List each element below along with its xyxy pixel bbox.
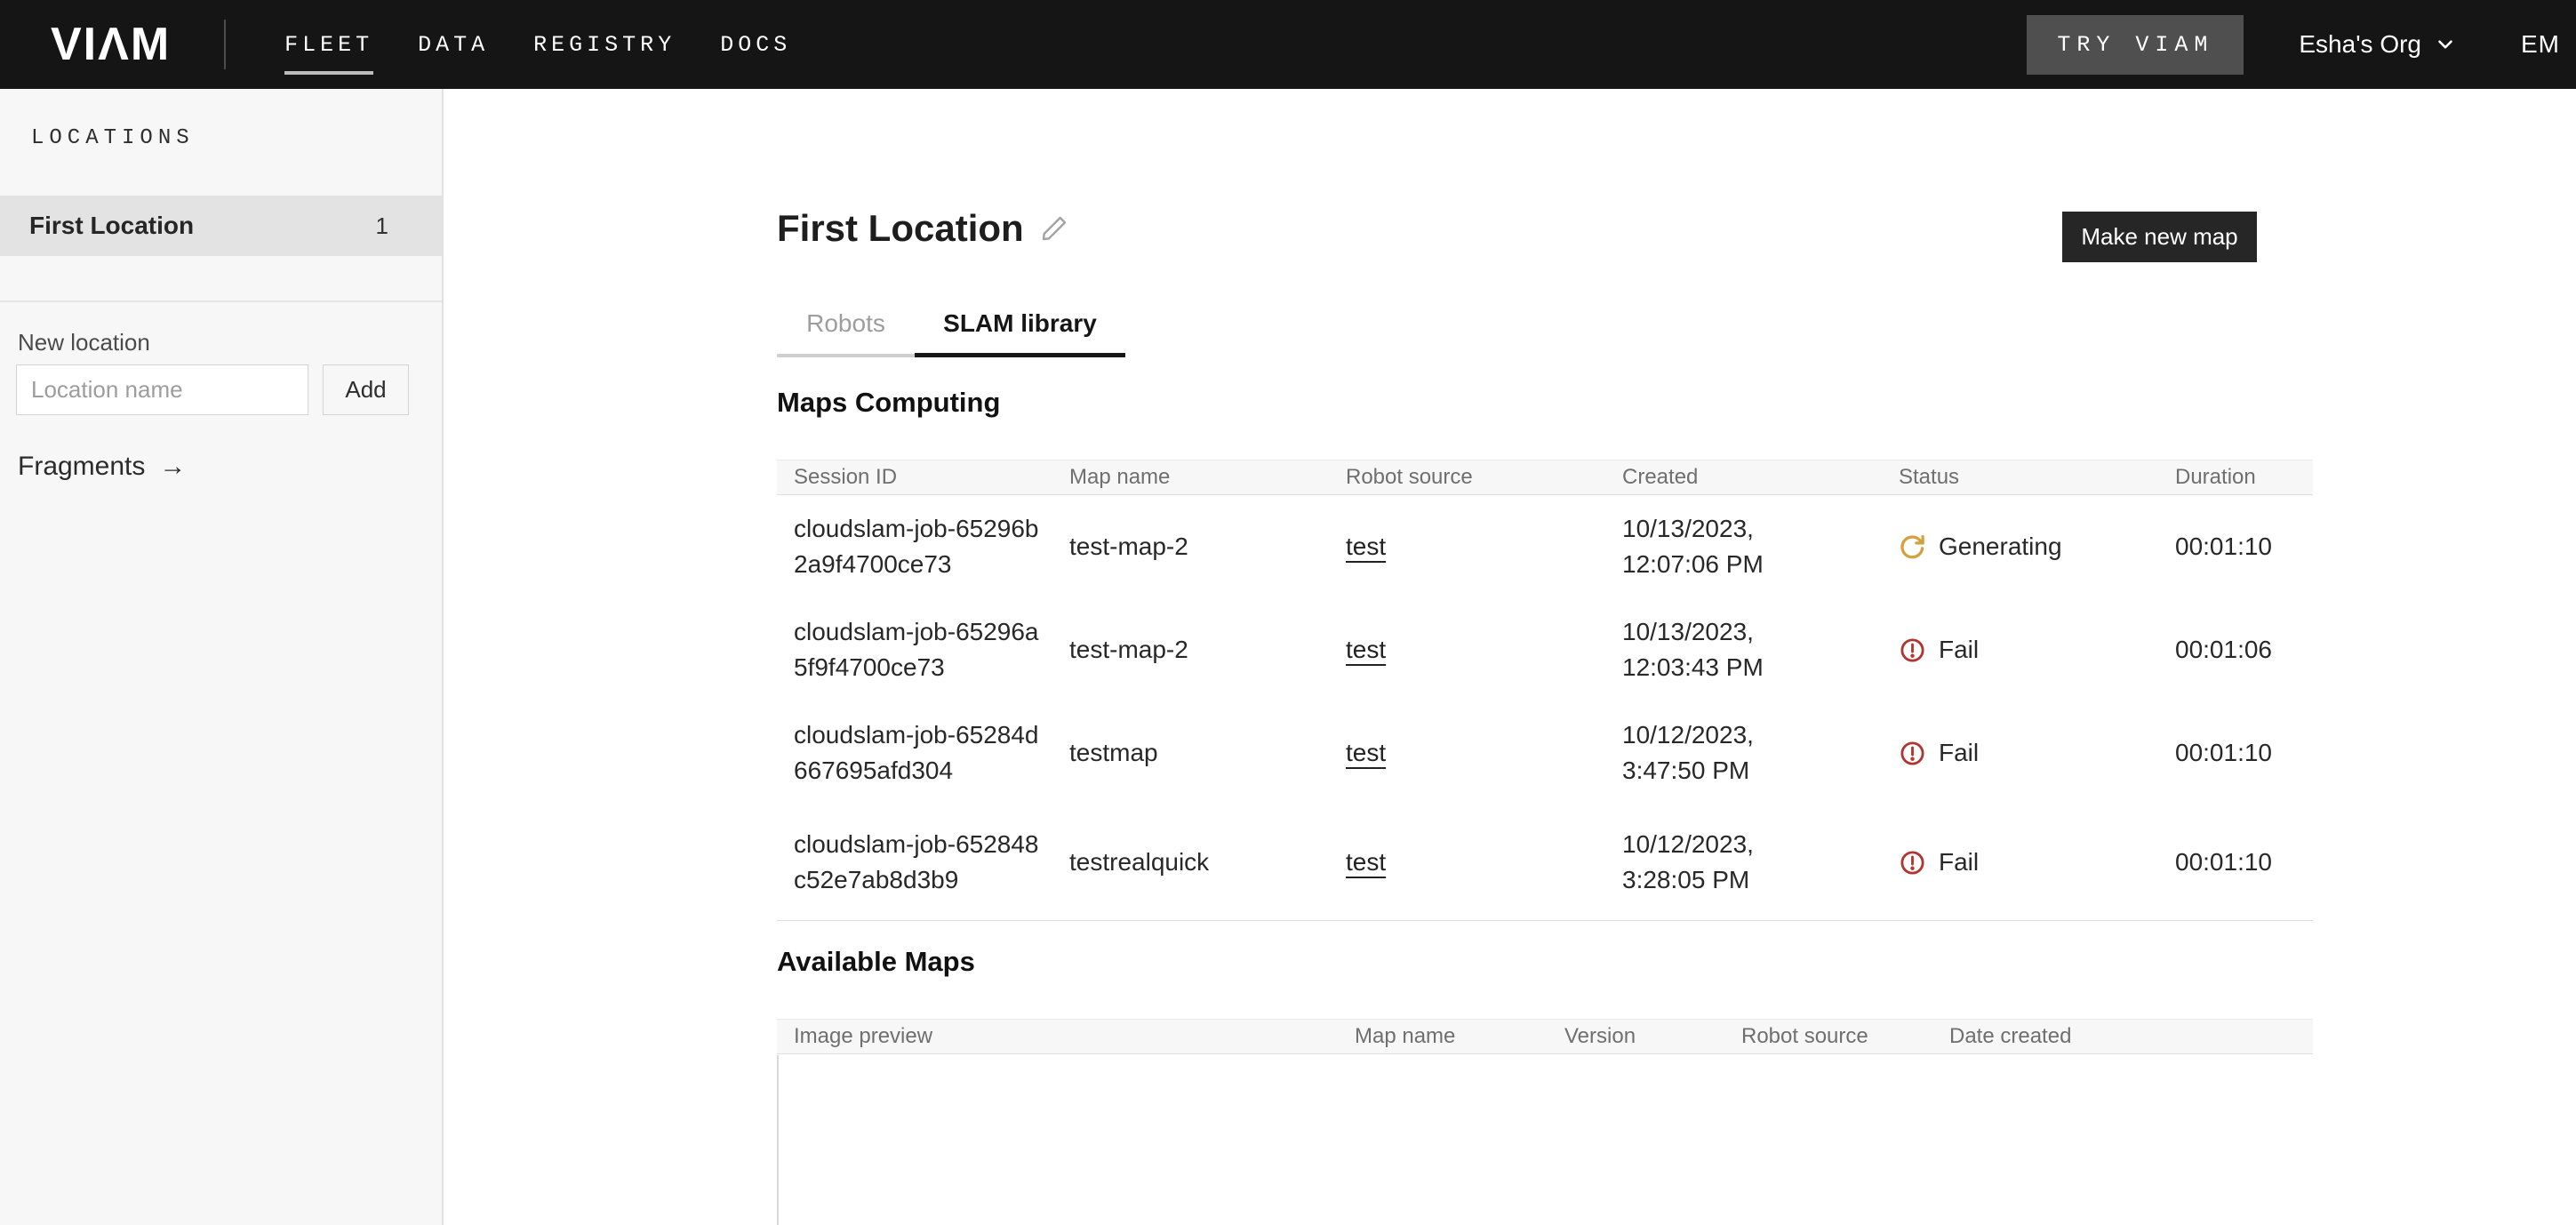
session-id: cloudslam-job-652848c52e7ab8d3b9 — [777, 827, 1052, 898]
table-row: cloudslam-job-65296b2a9f4700ce73 test-ma… — [777, 495, 2313, 598]
locations-sidebar: LOCATIONS First Location 1 New location … — [0, 89, 444, 1225]
maps-computing-heading: Maps Computing — [777, 387, 1000, 419]
page-title: First Location — [777, 207, 1024, 250]
viam-logo[interactable]: VIΛM — [51, 18, 171, 71]
col-map-name: Map name — [1052, 460, 1329, 494]
location-robot-count: 1 — [376, 212, 388, 240]
fail-alert-icon — [1899, 849, 1926, 877]
sidebar-item-first-location[interactable]: First Location 1 — [0, 196, 442, 256]
created-timestamp: 10/13/2023, 12:07:06 PM — [1605, 495, 1882, 598]
duration: 00:01:10 — [2158, 805, 2313, 920]
new-location-label: New location — [18, 329, 150, 356]
chevron-down-icon — [2434, 33, 2457, 56]
map-name: test-map-2 — [1052, 495, 1329, 598]
table-row: cloudslam-job-65284d667695afd304 testmap… — [777, 701, 2313, 805]
edit-pencil-icon[interactable] — [1040, 214, 1068, 247]
session-id: cloudslam-job-65296b2a9f4700ce73 — [777, 511, 1052, 582]
status-cell: Fail — [1882, 805, 2158, 920]
generating-spinner-icon — [1899, 533, 1926, 561]
status-label: Fail — [1939, 632, 1979, 668]
col-date-created: Date created — [1932, 1020, 2313, 1053]
app-root: VIΛM FLEET DATA REGISTRY DOCS TRY VIAM E… — [0, 0, 2576, 1225]
col-image-preview: Image preview — [777, 1020, 1338, 1053]
nav-right: TRY VIAM Esha's Org EM — [2027, 15, 2560, 75]
col-session-id: Session ID — [777, 460, 1052, 494]
org-name: Esha's Org — [2299, 30, 2421, 59]
duration: 00:01:10 — [2158, 701, 2313, 805]
arrow-right-icon: → — [159, 452, 186, 482]
created-timestamp: 10/13/2023, 12:03:43 PM — [1605, 598, 1882, 701]
available-maps-header-row: Image preview Map name Version Robot sou… — [777, 1019, 2313, 1054]
col-created: Created — [1605, 460, 1882, 494]
org-switcher[interactable]: Esha's Org — [2299, 30, 2457, 59]
try-viam-button[interactable]: TRY VIAM — [2027, 15, 2244, 75]
tab-slam-library[interactable]: SLAM library — [915, 309, 1125, 357]
add-location-button[interactable]: Add — [323, 364, 409, 415]
sidebar-section-title: LOCATIONS — [31, 126, 195, 150]
nav-item-fleet[interactable]: FLEET — [284, 32, 373, 58]
col-status: Status — [1882, 460, 2158, 494]
col-map-name: Map name — [1338, 1020, 1548, 1053]
status-label: Generating — [1939, 529, 2062, 564]
created-timestamp: 10/12/2023, 3:28:05 PM — [1605, 805, 1882, 920]
sidebar-divider — [0, 300, 442, 302]
duration: 00:01:06 — [2158, 598, 2313, 701]
robot-source-link[interactable]: test — [1346, 845, 1386, 880]
fail-alert-icon — [1899, 740, 1926, 767]
map-name: test-map-2 — [1052, 598, 1329, 701]
robot-source-link[interactable]: test — [1346, 735, 1386, 771]
new-location-form: Add — [16, 364, 409, 415]
status-label: Fail — [1939, 735, 1979, 771]
col-robot-source: Robot source — [1329, 460, 1605, 494]
created-timestamp: 10/12/2023, 3:47:50 PM — [1605, 701, 1882, 805]
tab-bar: Robots SLAM library — [777, 309, 1125, 357]
fragments-link[interactable]: Fragments → — [18, 452, 186, 482]
available-maps-heading: Available Maps — [777, 946, 975, 978]
robot-source-link[interactable]: test — [1346, 632, 1386, 668]
fail-alert-icon — [1899, 637, 1926, 664]
status-cell: Generating — [1882, 495, 2158, 598]
make-new-map-button[interactable]: Make new map — [2062, 212, 2257, 262]
col-robot-source: Robot source — [1724, 1020, 1932, 1053]
status-label: Fail — [1939, 845, 1979, 880]
nav-item-docs[interactable]: DOCS — [720, 32, 791, 58]
robot-source-link[interactable]: test — [1346, 529, 1386, 564]
maps-computing-header-row: Session ID Map name Robot source Created… — [777, 460, 2313, 495]
nav-item-data[interactable]: DATA — [418, 32, 489, 58]
nav-links: FLEET DATA REGISTRY DOCS — [284, 32, 791, 58]
fragments-label: Fragments — [18, 452, 145, 482]
available-maps-empty-body — [777, 1055, 2313, 1225]
user-menu[interactable]: EM — [2521, 30, 2560, 59]
map-name: testrealquick — [1052, 805, 1329, 920]
nav-divider — [224, 20, 226, 69]
nav-item-registry[interactable]: REGISTRY — [533, 32, 676, 58]
location-name: First Location — [29, 212, 194, 240]
table-row: cloudslam-job-65296a5f9f4700ce73 test-ma… — [777, 598, 2313, 701]
map-name: testmap — [1052, 701, 1329, 805]
col-version: Version — [1548, 1020, 1724, 1053]
duration: 00:01:10 — [2158, 495, 2313, 598]
status-cell: Fail — [1882, 701, 2158, 805]
location-name-input[interactable] — [16, 364, 308, 415]
session-id: cloudslam-job-65284d667695afd304 — [777, 717, 1052, 789]
col-duration: Duration — [2158, 460, 2313, 494]
table-row: cloudslam-job-652848c52e7ab8d3b9 testrea… — [777, 805, 2313, 920]
tab-robots[interactable]: Robots — [777, 309, 915, 357]
session-id: cloudslam-job-65296a5f9f4700ce73 — [777, 614, 1052, 685]
maps-computing-table: Session ID Map name Robot source Created… — [777, 460, 2313, 921]
top-nav: VIΛM FLEET DATA REGISTRY DOCS TRY VIAM E… — [0, 0, 2576, 89]
status-cell: Fail — [1882, 598, 2158, 701]
